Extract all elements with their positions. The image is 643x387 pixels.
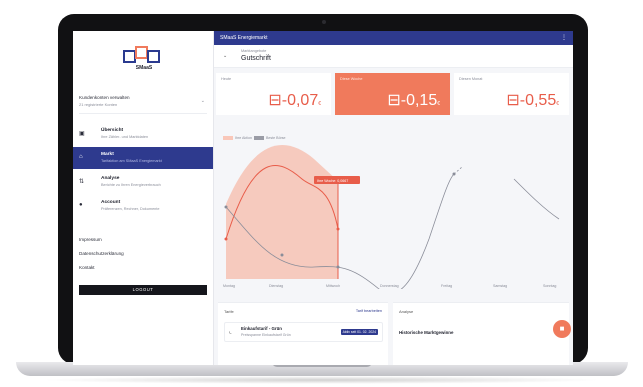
tariff-name: Einkaufstarif - Grün [241,326,282,331]
analyse-item[interactable]: Historische Marktgewinne [399,330,453,335]
sidebar: SMaaS Kundenkonten verwalten 21 registri… [73,31,214,365]
point [452,172,456,176]
tariff-sub: Preisspanne Einkaufstarif Grün [241,333,291,337]
page-header: ⌄ Marktangebote Gutschrift [214,45,573,68]
status-badge: Aktiv seit 01. 02. 2024 [340,329,378,335]
card-value-text: -0,07 [281,92,319,109]
sidebar-item-markt[interactable]: ⌂ Markt Tarifaktion am SMaaS Energiemark… [73,147,213,169]
logout-button[interactable]: LOGOUT [79,285,207,295]
sidebar-item-account[interactable]: ● Account Präferenzen, Rechner, Dokument… [73,195,213,217]
chat-icon: ■ [559,324,565,333]
customer-label: Kundenkonten verwalten [79,95,130,100]
logo-square-right [147,50,160,63]
chart-icon: ⇅ [79,179,85,185]
impressum-link[interactable]: Impressum [79,237,102,242]
market-chart: Ihre Woche: 0,0667 [224,145,560,289]
highlight-area [226,145,338,279]
x-tick: Dienstag [269,284,284,288]
card-label: Diesen Monat [459,77,483,81]
card-value: ⊟-0,15€ [387,90,440,110]
series-line-sunday [513,178,560,220]
sidebar-item-sub: Tarifaktion am SMaaS Energiemarkt [101,159,162,163]
card-unit: € [437,101,440,107]
x-tick: Sonntag [543,284,557,288]
x-tick: Samstag [493,284,508,288]
sidebar-item-analyse[interactable]: ⇅ Analyse Berichte zu Ihren Energieverbr… [73,171,213,193]
point [336,227,340,231]
customer-sub: 21 registrierte Konten [79,102,118,107]
app-title: SMaaS Energiemarkt [220,35,268,41]
point [280,253,284,257]
market-icon: ⌂ [79,154,83,160]
card-heute[interactable]: Heute ⊟-0,07€ [216,73,331,115]
kontakt-link[interactable]: Kontakt [79,265,95,270]
x-tick: Donnerstag [380,284,399,288]
chevron-down-icon[interactable]: ⌄ [223,53,227,59]
laptop-shadow [40,376,603,384]
sidebar-item-uebersicht[interactable]: ▣ Übersicht Ihre Zähler- und Marktdaten [73,123,213,145]
sidebar-item-label: Account [101,200,121,205]
x-tick: Mittwoch [326,284,341,288]
more-menu-icon[interactable]: ⋮ [561,34,567,41]
wallet-icon: ⊟ [268,92,282,109]
sidebar-item-sub: Präferenzen, Rechner, Dokumente [101,207,160,211]
wallet-icon: ⊟ [506,92,520,109]
sidebar-item-label: Analyse [101,176,120,181]
x-tick: Freitag [441,284,453,288]
app-logo[interactable]: SMaaS [121,45,167,75]
card-unit: € [556,101,559,107]
x-tick: Montag [223,284,235,288]
sidebar-item-sub: Berichte zu Ihren Energieverbrauch [101,183,161,187]
wallet-icon: ⊟ [387,92,401,109]
point [224,205,228,209]
card-value: ⊟-0,55€ [506,90,559,110]
card-value: ⊟-0,07€ [268,90,321,110]
page-subtitle: Marktangebote [241,49,267,53]
series-dash [453,166,463,175]
grid-icon: ▣ [79,131,85,137]
card-unit: € [318,101,321,107]
tooltip-text: Ihre Woche: 0,0667 [317,179,348,183]
point [336,265,340,269]
analyse-panel: Analyse Historische Marktgewinne [393,302,569,365]
logo-text: SMaaS [135,65,153,71]
account-icon: ● [79,202,83,208]
card-value-text: -0,55 [519,92,557,109]
page-title: Gutschrift [241,55,271,62]
card-value-text: -0,15 [400,92,438,109]
app-screen: SMaaS Kundenkonten verwalten 21 registri… [73,31,573,365]
tariff-panel: Tarife Tarif bearbeiten ⌞ Einkaufstarif … [218,302,388,365]
point [224,237,228,241]
sidebar-item-label: Markt [101,152,114,157]
sidebar-item-label: Übersicht [101,128,124,133]
tariff-icon: ⌞ [229,329,232,335]
camera-dot [322,20,326,24]
datenschutz-link[interactable]: Datenschutzerklärung [79,251,124,256]
card-woche[interactable]: Diese Woche ⊟-0,15€ [335,73,450,115]
chevron-down-icon: ⌄ [200,98,205,104]
panel-title: Tarife [224,309,234,314]
tariff-row[interactable]: ⌞ Einkaufstarif - Grün Preisspanne Einka… [224,322,383,342]
panel-title: Analyse [399,309,414,314]
card-monat[interactable]: Diesen Monat ⊟-0,55€ [454,73,569,115]
customer-selector[interactable]: Kundenkonten verwalten 21 registrierte K… [79,95,207,114]
sidebar-item-sub: Ihre Zähler- und Marktdaten [101,135,149,139]
card-label: Diese Woche [340,77,363,81]
top-bar: SMaaS Energiemarkt ⋮ [214,31,573,45]
edit-tariff-link[interactable]: Tarif bearbeiten [356,309,382,313]
chat-button[interactable]: ■ [553,320,571,338]
card-label: Heute [221,77,232,81]
